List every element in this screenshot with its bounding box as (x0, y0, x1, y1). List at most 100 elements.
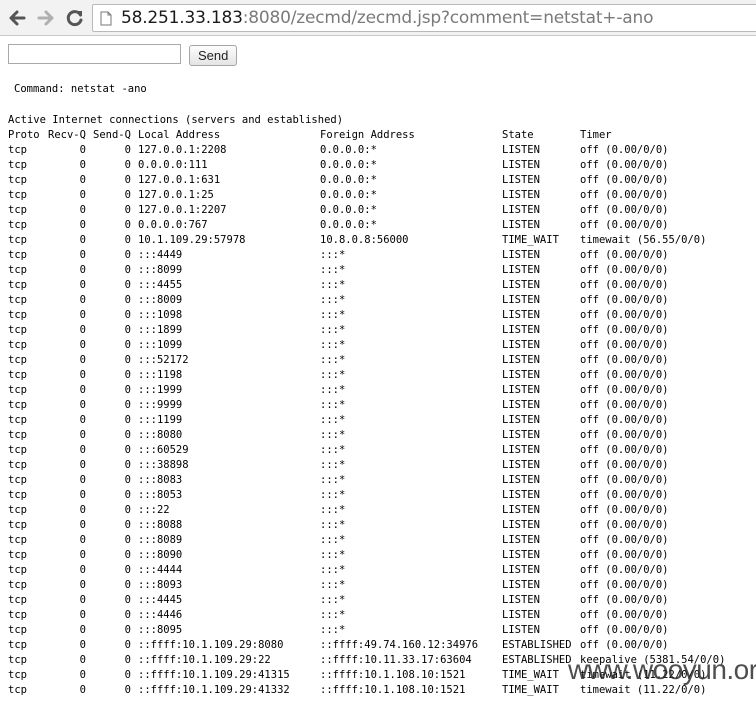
cell-local-address: :::1098 (138, 309, 183, 321)
forward-button[interactable] (34, 6, 58, 30)
output-heading: Active Internet connections (servers and… (8, 114, 344, 126)
cell-send-q: 0 (124, 609, 131, 621)
cell-timer: off (0.00/0/0) (580, 189, 669, 201)
cell-proto: tcp (8, 474, 27, 486)
cell-proto: tcp (8, 174, 27, 186)
cell-local-address: :::8053 (138, 489, 183, 501)
send-button[interactable]: Send (189, 45, 238, 66)
cell-timer: off (0.00/0/0) (580, 174, 669, 186)
cell-local-address: ::ffff:10.1.109.29:8080 (138, 639, 284, 651)
back-button[interactable] (5, 6, 29, 30)
cell-state: LISTEN (502, 594, 540, 606)
cell-local-address: :::9999 (138, 399, 183, 411)
cell-timer: off (0.00/0/0) (580, 489, 669, 501)
cell-state: LISTEN (502, 204, 540, 216)
table-row: tcp 0 0:::60529:::* LISTEN off (0.00/0/0) (8, 443, 756, 458)
cell-send-q: 0 (124, 384, 131, 396)
cell-local-address: :::4446 (138, 609, 183, 621)
cell-foreign-address: :::* (320, 429, 346, 441)
cell-local-address: :::4455 (138, 279, 183, 291)
url-text: 58.251.33.183:8080/zecmd/zecmd.jsp?comme… (121, 8, 653, 28)
cell-proto: tcp (8, 639, 27, 651)
cell-proto: tcp (8, 369, 27, 381)
cell-send-q: 0 (124, 669, 131, 681)
cell-foreign-address: :::* (320, 399, 346, 411)
header-foreign: Foreign Address (320, 129, 415, 141)
header-timer: Timer (580, 129, 612, 141)
cell-local-address: :::1099 (138, 339, 183, 351)
cell-local-address: :::8099 (138, 264, 183, 276)
cell-timer: timewait (56.55/0/0) (580, 234, 707, 246)
watermark: www.wooyun.org (568, 654, 756, 685)
cell-send-q: 0 (124, 339, 131, 351)
cell-recv-q: 0 (79, 429, 86, 441)
cell-send-q: 0 (124, 489, 131, 501)
cell-state: LISTEN (502, 309, 540, 321)
cell-send-q: 0 (124, 234, 131, 246)
cell-foreign-address: :::* (320, 279, 346, 291)
cell-send-q: 0 (124, 534, 131, 546)
cell-proto: tcp (8, 429, 27, 441)
cell-proto: tcp (8, 444, 27, 456)
cell-timer: off (0.00/0/0) (580, 294, 669, 306)
table-row: tcp 0 0:::1099:::* LISTEN off (0.00/0/0) (8, 338, 756, 353)
cell-local-address: 127.0.0.1:25 (138, 189, 214, 201)
table-row: tcp 0 0:::1999:::* LISTEN off (0.00/0/0) (8, 383, 756, 398)
reload-button[interactable] (63, 6, 87, 30)
cell-send-q: 0 (124, 564, 131, 576)
cell-state: TIME_WAIT (502, 684, 559, 696)
cell-state: LISTEN (502, 564, 540, 576)
cell-state: LISTEN (502, 549, 540, 561)
cell-local-address: 0.0.0.0:767 (138, 219, 208, 231)
cell-timer: off (0.00/0/0) (580, 414, 669, 426)
cell-send-q: 0 (124, 249, 131, 261)
cell-state: LISTEN (502, 414, 540, 426)
cell-proto: tcp (8, 609, 27, 621)
cell-recv-q: 0 (79, 504, 86, 516)
cell-send-q: 0 (124, 654, 131, 666)
cell-foreign-address: 10.8.0.8:56000 (320, 234, 409, 246)
cell-send-q: 0 (124, 579, 131, 591)
output-header-row: Proto Recv-Q Send-Q Local Address Foreig… (8, 128, 756, 143)
cell-recv-q: 0 (79, 249, 86, 261)
cell-state: LISTEN (502, 294, 540, 306)
cell-state: ESTABLISHED (502, 654, 572, 666)
cell-state: ESTABLISHED (502, 639, 572, 651)
cell-send-q: 0 (124, 549, 131, 561)
cell-proto: tcp (8, 654, 27, 666)
cell-foreign-address: ::ffff:10.1.108.10:1521 (320, 669, 466, 681)
cell-timer: off (0.00/0/0) (580, 204, 669, 216)
cell-state: LISTEN (502, 609, 540, 621)
cell-recv-q: 0 (79, 534, 86, 546)
table-row: tcp 0 0:::8080:::* LISTEN off (0.00/0/0) (8, 428, 756, 443)
cell-state: LISTEN (502, 189, 540, 201)
cell-foreign-address: :::* (320, 294, 346, 306)
cell-recv-q: 0 (79, 594, 86, 606)
cell-recv-q: 0 (79, 609, 86, 621)
table-row: tcp 0 0:::8089:::* LISTEN off (0.00/0/0) (8, 533, 756, 548)
cell-foreign-address: ::ffff:10.1.108.10:1521 (320, 684, 466, 696)
cell-foreign-address: :::* (320, 369, 346, 381)
cell-foreign-address: :::* (320, 339, 346, 351)
command-input[interactable] (8, 44, 181, 64)
cell-recv-q: 0 (79, 279, 86, 291)
cell-foreign-address: :::* (320, 549, 346, 561)
cell-foreign-address: :::* (320, 624, 346, 636)
cell-recv-q: 0 (79, 414, 86, 426)
table-row: tcp 0 0:::52172:::* LISTEN off (0.00/0/0) (8, 353, 756, 368)
cell-send-q: 0 (124, 459, 131, 471)
cell-local-address: :::8080 (138, 429, 183, 441)
cell-local-address: :::1199 (138, 414, 183, 426)
cell-local-address: :::60529 (138, 444, 189, 456)
cell-timer: off (0.00/0/0) (580, 324, 669, 336)
cell-recv-q: 0 (79, 489, 86, 501)
cell-state: TIME_WAIT (502, 234, 559, 246)
cell-proto: tcp (8, 144, 27, 156)
cell-local-address: :::8089 (138, 534, 183, 546)
cell-timer: off (0.00/0/0) (580, 354, 669, 366)
cell-timer: off (0.00/0/0) (580, 339, 669, 351)
cell-local-address: :::4445 (138, 594, 183, 606)
table-row: tcp 0 0:::8088:::* LISTEN off (0.00/0/0) (8, 518, 756, 533)
table-row: tcp 0 0 127.0.0.1:25 0.0.0.0:* LISTEN off (0.0… (8, 188, 756, 203)
address-bar[interactable]: 58.251.33.183:8080/zecmd/zecmd.jsp?comme… (92, 4, 756, 32)
